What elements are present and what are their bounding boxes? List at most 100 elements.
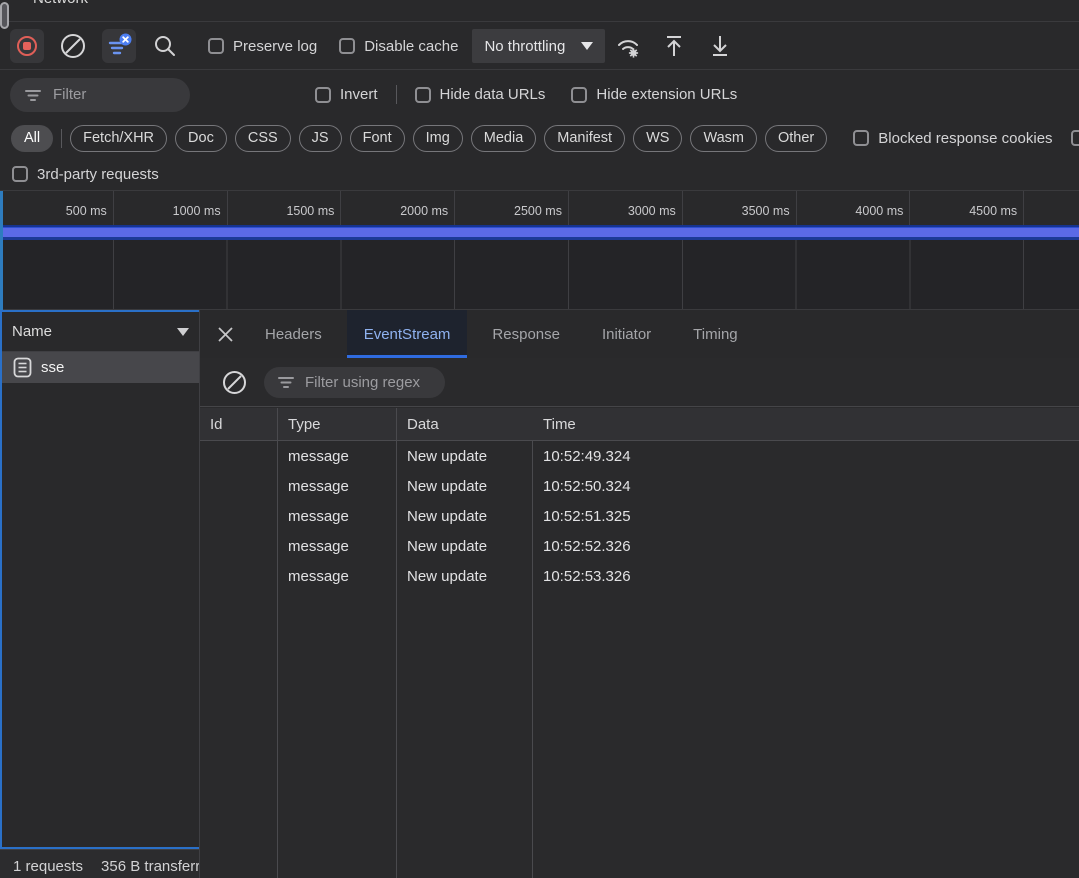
type-chip[interactable]: WS: [633, 125, 682, 152]
column-header[interactable]: Type: [278, 408, 397, 440]
table-row[interactable]: message New update 10:52:53.326: [200, 561, 1079, 591]
record-icon: [15, 34, 39, 58]
eventstream-filter-placeholder: Filter using regex: [305, 374, 420, 391]
close-details-button[interactable]: [202, 310, 248, 358]
column-header[interactable]: Time: [533, 408, 1079, 440]
cell-id: [200, 501, 278, 531]
panel-title: Network: [33, 0, 88, 7]
upload-arrow-icon: [661, 32, 687, 60]
search-button[interactable]: [148, 29, 182, 63]
disable-cache-label: Disable cache: [364, 38, 458, 55]
record-button[interactable]: [10, 29, 44, 63]
cell-type: message: [278, 441, 397, 471]
invert-label: Invert: [340, 86, 378, 103]
network-conditions-button[interactable]: [611, 29, 645, 63]
timeline-tick-label: 4000 ms: [797, 191, 911, 225]
table-row[interactable]: message New update 10:52:49.324: [200, 441, 1079, 471]
cell-id: [200, 471, 278, 501]
filter-toggle-button[interactable]: [102, 29, 136, 63]
hide-extension-urls-checkbox[interactable]: Hide extension URLs: [571, 86, 737, 103]
third-party-requests-label: 3rd-party requests: [37, 166, 159, 183]
details-tab[interactable]: EventStream: [347, 310, 468, 358]
document-icon: [13, 357, 32, 378]
type-chip[interactable]: Doc: [175, 125, 227, 152]
download-arrow-icon: [707, 32, 733, 60]
request-row-sse[interactable]: sse: [2, 352, 199, 383]
overview-waterfall-grid[interactable]: [0, 240, 1079, 310]
block-icon: [221, 369, 248, 396]
preserve-log-checkbox[interactable]: Preserve log: [208, 38, 317, 55]
cell-id: [200, 531, 278, 561]
eventstream-toolbar: Filter using regex: [200, 358, 1079, 407]
details-tab[interactable]: Response: [475, 310, 577, 358]
eventstream-filter-input[interactable]: Filter using regex: [264, 367, 445, 398]
eventstream-clear-button[interactable]: [217, 365, 251, 399]
type-chip[interactable]: JS: [299, 125, 342, 152]
details-tab[interactable]: Timing: [676, 310, 754, 358]
throttling-select[interactable]: No throttling: [472, 29, 605, 63]
cell-data: New update: [397, 531, 533, 561]
filter-input[interactable]: Filter: [10, 78, 190, 112]
overview-request-bar[interactable]: [0, 225, 1079, 240]
cell-data: New update: [397, 471, 533, 501]
panel-title-row: Network: [0, 0, 1079, 22]
column-header[interactable]: Id: [200, 408, 278, 440]
name-column-label: Name: [12, 323, 52, 340]
type-chip[interactable]: Font: [350, 125, 405, 152]
eventstream-table-header[interactable]: IdTypeDataTime: [200, 408, 1079, 441]
type-chip[interactable]: Media: [471, 125, 537, 152]
checkbox-box: [339, 38, 355, 54]
table-row[interactable]: message New update 10:52:51.325: [200, 501, 1079, 531]
clear-button[interactable]: [56, 29, 90, 63]
third-party-requests-checkbox[interactable]: 3rd-party requests: [12, 166, 159, 183]
table-row[interactable]: message New update 10:52:52.326: [200, 531, 1079, 561]
throttling-value: No throttling: [484, 38, 565, 55]
transferred-size: 356 B transferred: [101, 858, 199, 878]
timeline-tick-label: 3500 ms: [683, 191, 797, 225]
hide-data-urls-label: Hide data URLs: [440, 86, 546, 103]
import-har-button[interactable]: [657, 29, 691, 63]
blocked-requests-checkbox[interactable]: B: [1071, 130, 1079, 147]
cell-data: New update: [397, 561, 533, 591]
table-row[interactable]: message New update 10:52:50.324: [200, 471, 1079, 501]
type-chip[interactable]: CSS: [235, 125, 291, 152]
divider: [61, 129, 62, 148]
request-list-panel: Name sse: [0, 310, 200, 878]
timeline-tick-label: 3000 ms: [569, 191, 683, 225]
request-name: sse: [41, 359, 64, 376]
type-chip-all[interactable]: All: [11, 125, 53, 152]
cell-time: 10:52:50.324: [533, 471, 1079, 501]
checkbox-box: [571, 87, 587, 103]
checkbox-box: [853, 130, 869, 146]
disable-cache-checkbox[interactable]: Disable cache: [339, 38, 458, 55]
type-chip[interactable]: Fetch/XHR: [70, 125, 167, 152]
cell-type: message: [278, 531, 397, 561]
filter-placeholder: Filter: [53, 86, 86, 103]
export-har-button[interactable]: [703, 29, 737, 63]
close-icon: [216, 325, 235, 344]
timeline-tick-label: 4500 ms: [910, 191, 1024, 225]
blocked-response-cookies-checkbox[interactable]: Blocked response cookies: [853, 130, 1052, 147]
name-column-header[interactable]: Name: [2, 312, 199, 352]
eventstream-table: IdTypeDataTime message New update 10:52:…: [200, 408, 1079, 878]
checkbox-box: [415, 87, 431, 103]
type-chip[interactable]: Wasm: [690, 125, 757, 152]
type-chip[interactable]: Other: [765, 125, 827, 152]
overview-left-grip[interactable]: [0, 2, 9, 29]
details-tab[interactable]: Initiator: [585, 310, 668, 358]
timeline-ruler[interactable]: 500 ms1000 ms1500 ms2000 ms2500 ms3000 m…: [0, 191, 1079, 225]
block-icon: [59, 32, 87, 60]
timeline-tick-label: 500 ms: [0, 191, 114, 225]
hide-data-urls-checkbox[interactable]: Hide data URLs: [415, 86, 546, 103]
cell-type: message: [278, 501, 397, 531]
hide-extension-urls-label: Hide extension URLs: [596, 86, 737, 103]
details-tab[interactable]: Headers: [248, 310, 339, 358]
invert-checkbox[interactable]: Invert: [315, 86, 378, 103]
timeline-tick-label: 1500 ms: [228, 191, 342, 225]
checkbox-box: [1071, 130, 1079, 146]
checkbox-box: [315, 87, 331, 103]
type-chip[interactable]: Manifest: [544, 125, 625, 152]
column-header[interactable]: Data: [397, 408, 533, 440]
timeline-tick-label: 2500 ms: [455, 191, 569, 225]
type-chip[interactable]: Img: [413, 125, 463, 152]
